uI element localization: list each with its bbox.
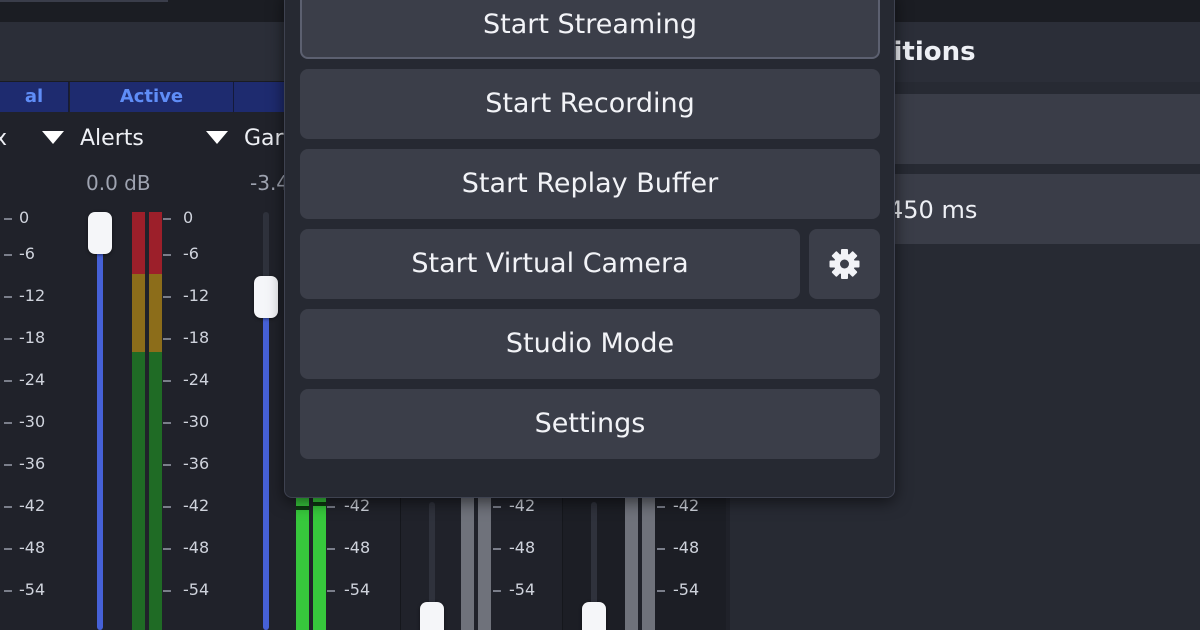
db-scale-label: -42 (183, 496, 210, 515)
db-scale-tick (163, 380, 171, 382)
gear-icon (829, 249, 860, 279)
audio-level-meter (296, 494, 326, 630)
transition-duration-value: 450 ms (888, 196, 978, 224)
start-recording-button[interactable]: Start Recording (300, 69, 880, 139)
studio-mode-button[interactable]: Studio Mode (300, 309, 880, 379)
channel-status-label: Active (70, 82, 234, 112)
channel-name: Gar (244, 126, 284, 151)
db-scale-label: -30 (19, 412, 46, 431)
db-scale-label: -54 (183, 580, 210, 599)
audio-level-meter (461, 492, 491, 630)
volume-slider-handle[interactable] (88, 212, 112, 254)
meter-divider (309, 494, 313, 630)
db-scale-tick (4, 338, 12, 340)
db-scale-label: -36 (183, 454, 210, 473)
virtual-camera-settings-button[interactable] (809, 229, 880, 299)
db-scale-tick (4, 548, 12, 550)
db-scale-label: -54 (673, 580, 700, 599)
db-scale-tick (163, 338, 171, 340)
audio-level-meter (132, 212, 162, 630)
db-scale-label: -18 (183, 328, 210, 347)
db-scale-tick (4, 422, 12, 424)
meter-peak-marker (313, 502, 326, 506)
db-scale-tick (493, 506, 501, 508)
db-scale-tick (4, 380, 12, 382)
start-streaming-button[interactable]: Start Streaming (300, 0, 880, 59)
db-scale-label: -48 (183, 538, 210, 557)
db-scale-tick (327, 548, 335, 550)
meter-peak-marker (296, 506, 309, 510)
db-scale-tick (327, 506, 335, 508)
db-scale-label: -42 (344, 496, 371, 515)
db-scale-label: -54 (344, 580, 371, 599)
db-scale-tick (657, 548, 665, 550)
settings-button[interactable]: Settings (300, 389, 880, 459)
db-scale-label: -54 (19, 580, 46, 599)
mixer-channel-alerts: Active Alerts 0.0 dB 0 -6 -12 -18 -24 -30 -36 -… (70, 82, 234, 630)
db-scale-label: -12 (19, 286, 46, 305)
db-scale-tick (163, 464, 171, 466)
db-scale-tick (163, 218, 171, 220)
meter-divider (474, 492, 478, 630)
db-scale-label: -42 (509, 496, 536, 515)
channel-status-label: al (0, 82, 69, 112)
start-replay-buffer-button[interactable]: Start Replay Buffer (300, 149, 880, 219)
db-scale-tick (163, 254, 171, 256)
db-scale-tick (163, 296, 171, 298)
db-scale-tick (4, 296, 12, 298)
db-scale-label: 0 (183, 208, 194, 227)
db-scale-label: -24 (183, 370, 210, 389)
volume-slider-track[interactable] (263, 296, 269, 630)
volume-slider-handle[interactable] (254, 276, 278, 318)
channel-menu-arrow-icon[interactable] (206, 131, 228, 144)
db-scale-label: -12 (183, 286, 210, 305)
db-scale-label: -36 (19, 454, 46, 473)
db-scale-label: -24 (19, 370, 46, 389)
channel-menu-arrow-icon[interactable] (42, 131, 64, 144)
db-scale-tick (163, 422, 171, 424)
db-scale-tick (4, 218, 12, 220)
db-scale-label: -30 (183, 412, 210, 431)
volume-slider-handle[interactable] (582, 602, 606, 630)
tab-strip (0, 0, 168, 2)
db-scale-tick (163, 506, 171, 508)
channel-name: x (0, 126, 8, 151)
channel-name: Alerts (80, 126, 144, 151)
db-scale-tick (657, 506, 665, 508)
db-scale-tick (4, 590, 12, 592)
controls-dock: Start Streaming Start Recording Start Re… (284, 0, 895, 498)
db-scale-tick (4, 254, 12, 256)
volume-slider-handle[interactable] (420, 602, 444, 630)
db-scale-label: -54 (509, 580, 536, 599)
db-scale-tick (4, 464, 12, 466)
db-scale-tick (327, 590, 335, 592)
db-scale-tick (493, 590, 501, 592)
db-scale-tick (163, 548, 171, 550)
db-scale-label: -48 (344, 538, 371, 557)
db-scale-label: -48 (673, 538, 700, 557)
db-scale-tick (163, 590, 171, 592)
db-scale-label: 0 (19, 208, 30, 227)
obs-window: al x 0 -6 -12 -18 -24 -30 -36 -42 -48 -54 Active … (0, 0, 1200, 630)
db-scale-tick (657, 590, 665, 592)
mixer-channel-desktop: al x 0 -6 -12 -18 -24 -30 -36 -42 -48 -54 (0, 82, 70, 630)
channel-volume-readout: 0.0 dB (86, 171, 151, 195)
db-scale-label: -6 (183, 244, 199, 263)
volume-slider-track[interactable] (97, 232, 103, 630)
db-scale-label: -18 (19, 328, 46, 347)
db-scale-label: -42 (673, 496, 700, 515)
start-virtual-camera-button[interactable]: Start Virtual Camera (300, 229, 800, 299)
db-scale-label: -6 (19, 244, 35, 263)
db-scale-label: -48 (19, 538, 46, 557)
db-scale-label: -42 (19, 496, 46, 515)
db-scale-label: -48 (509, 538, 536, 557)
meter-divider (638, 492, 642, 630)
db-scale-tick (493, 548, 501, 550)
db-scale-tick (4, 506, 12, 508)
audio-level-meter (625, 492, 655, 630)
meter-divider (145, 212, 149, 630)
